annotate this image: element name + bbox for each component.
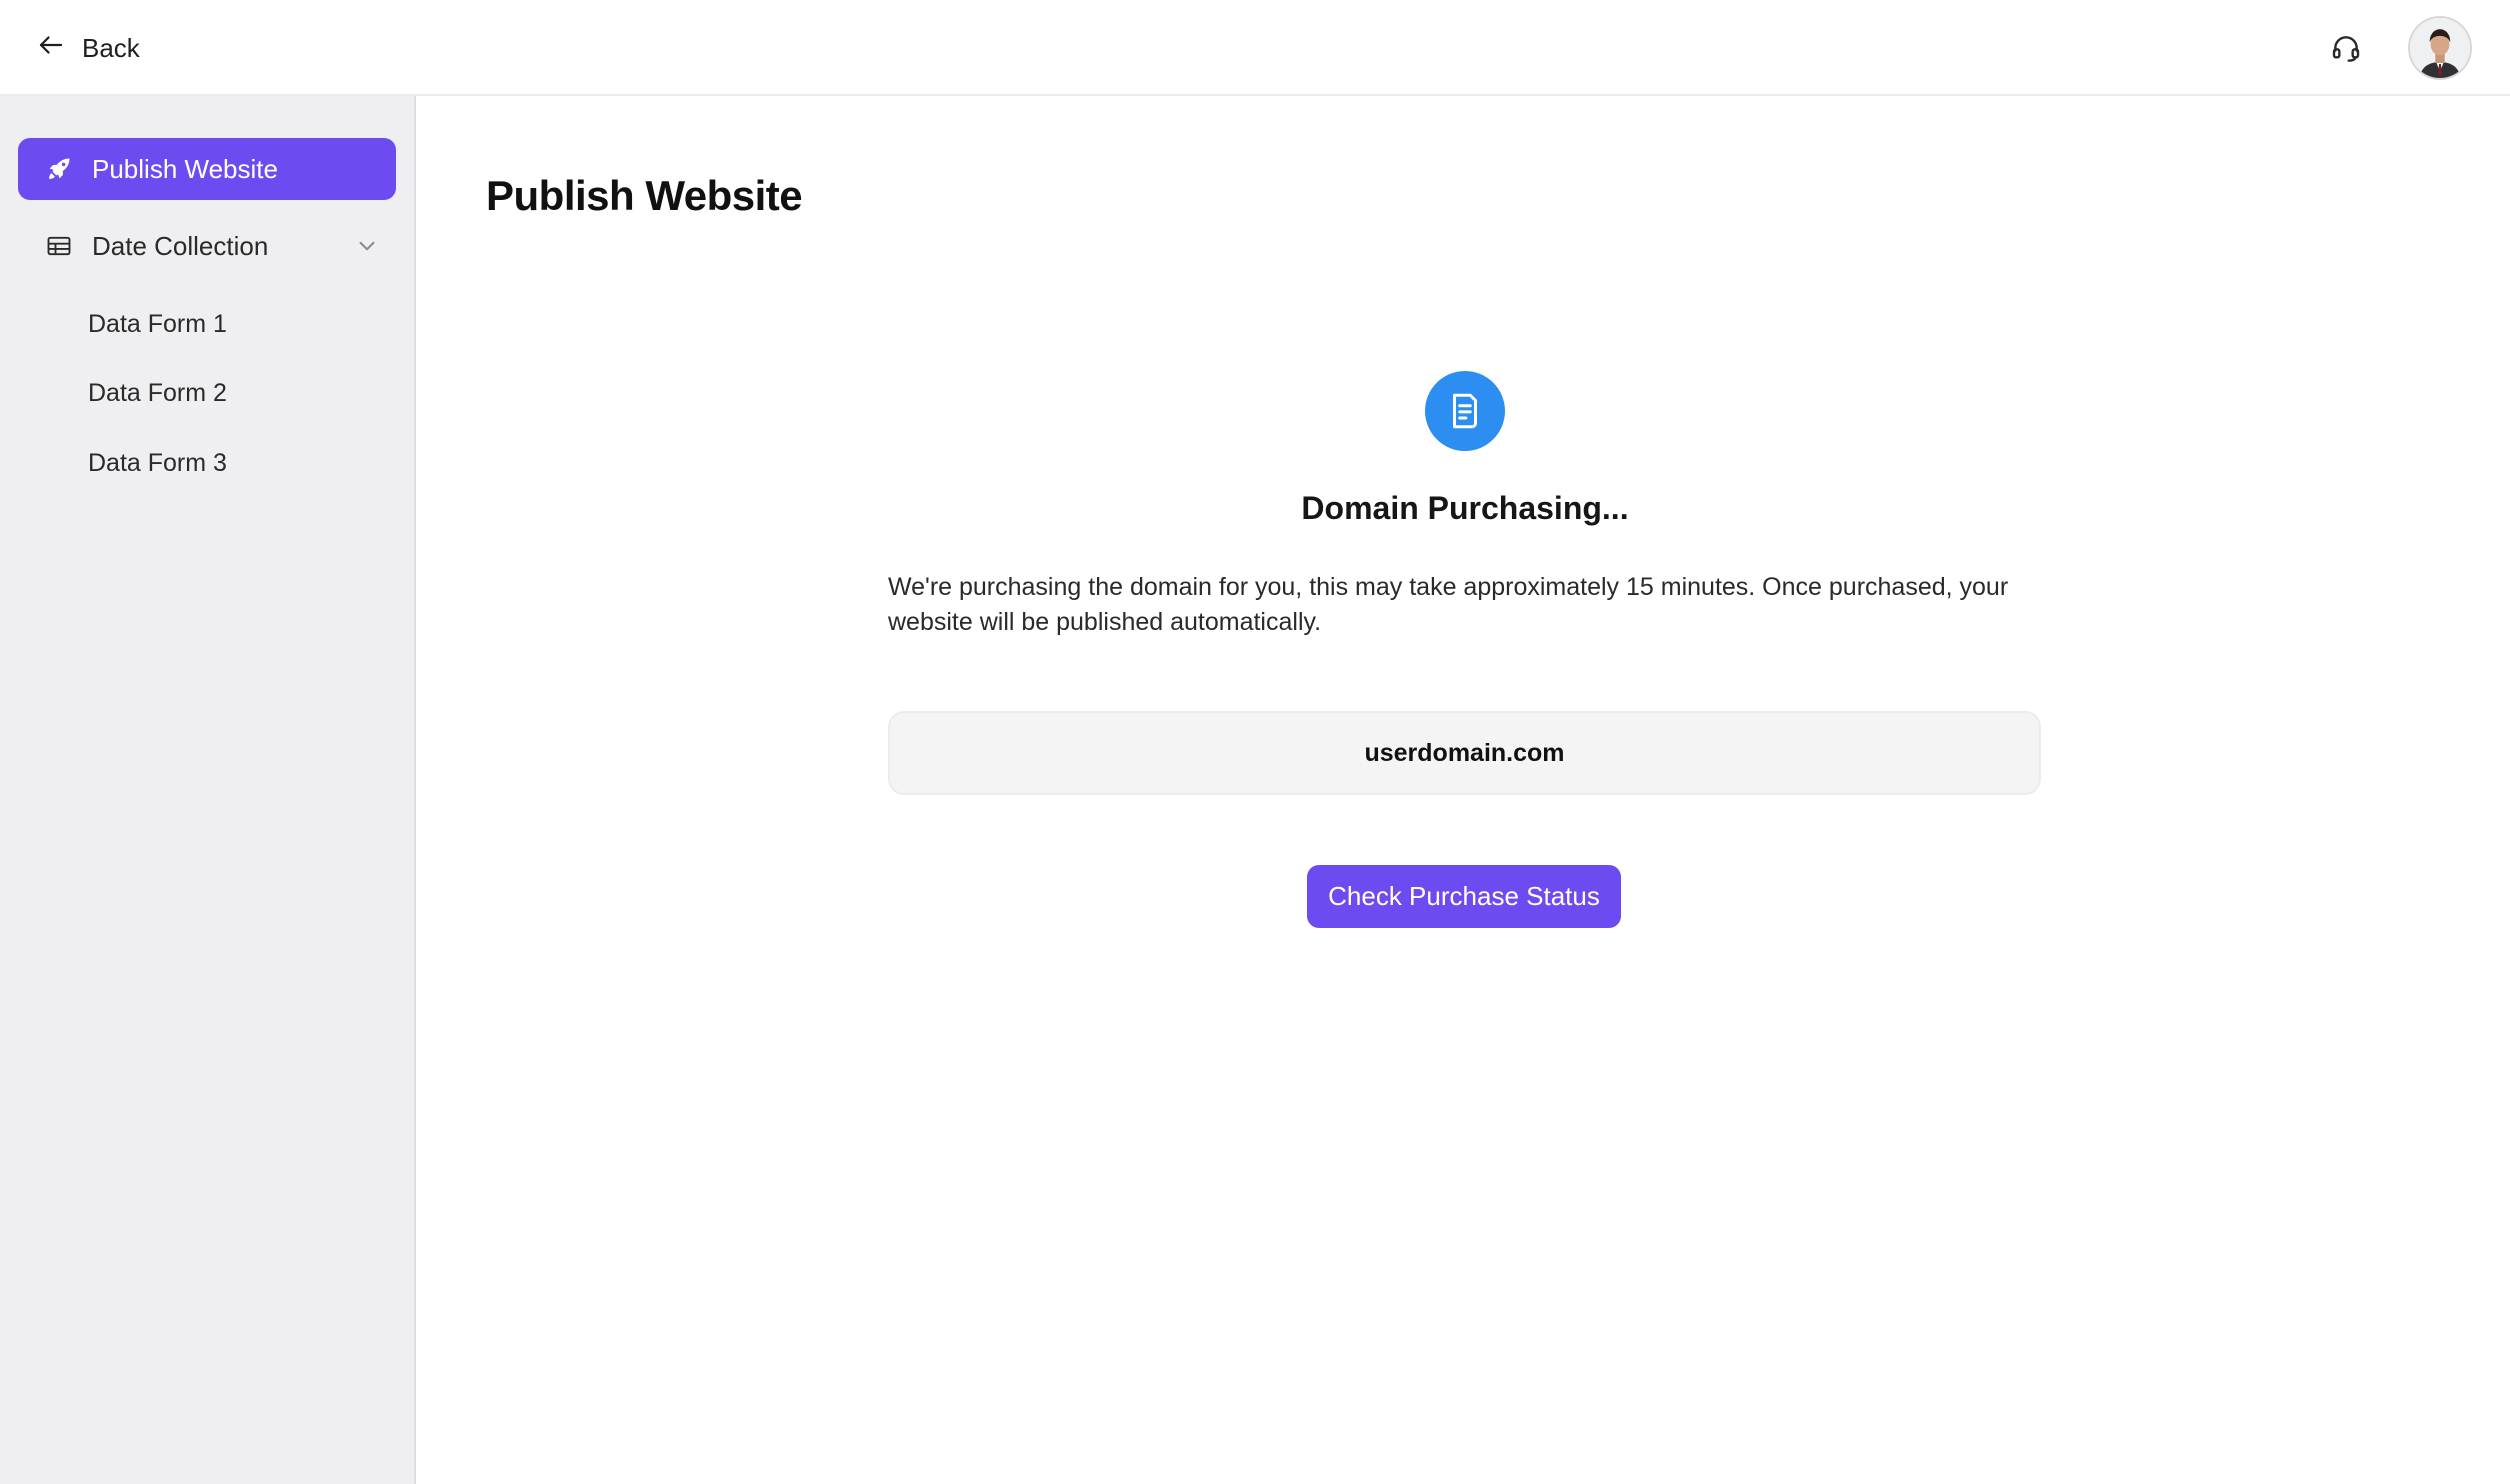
status-description: We're purchasing the domain for you, thi… xyxy=(888,573,2009,636)
sidebar-item-publish-website[interactable]: Publish Website xyxy=(18,138,396,200)
sidebar-subitem-data-form-3[interactable]: Data Form 3 xyxy=(88,443,227,483)
check-purchase-status-button[interactable]: Check Purchase Status xyxy=(1307,865,1621,928)
arrow-left-icon xyxy=(36,30,66,67)
user-avatar xyxy=(2410,18,2470,78)
sidebar-item-date-collection[interactable]: Date Collection xyxy=(18,215,396,277)
sidebar-item-label: Publish Website xyxy=(92,153,278,184)
chevron-down-icon[interactable] xyxy=(354,233,380,259)
status-title: Domain Purchasing... xyxy=(1301,490,1629,526)
top-bar: Back xyxy=(0,0,2510,96)
domain-display: userdomain.com xyxy=(888,711,2041,795)
document-icon xyxy=(1425,371,1505,451)
headset-icon[interactable] xyxy=(2326,28,2366,68)
avatar[interactable] xyxy=(2408,16,2472,80)
back-label: Back xyxy=(82,32,140,63)
back-button[interactable]: Back xyxy=(36,26,140,70)
rocket-icon xyxy=(44,154,74,184)
page-title: Publish Website xyxy=(486,172,803,219)
sidebar-subitem-data-form-2[interactable]: Data Form 2 xyxy=(88,373,227,413)
sidebar: Publish Website Date Collection Data For… xyxy=(0,96,416,1484)
sidebar-subitem-data-form-1[interactable]: Data Form 1 xyxy=(88,304,227,344)
table-icon xyxy=(44,231,74,261)
sidebar-item-label: Date Collection xyxy=(92,230,269,261)
